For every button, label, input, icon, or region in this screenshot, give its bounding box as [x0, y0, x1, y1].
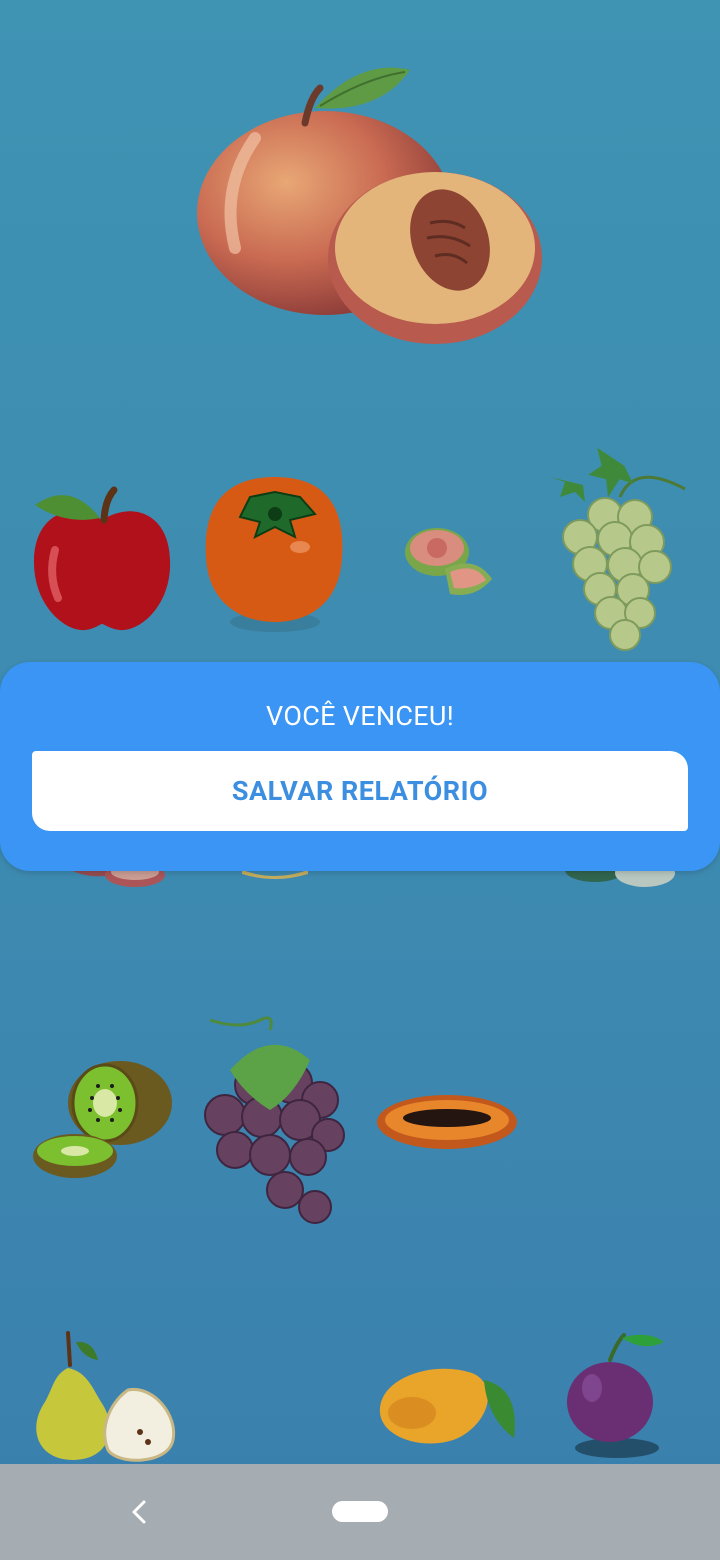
plum-image[interactable]: [562, 1330, 672, 1460]
apple-image[interactable]: [30, 480, 175, 635]
kiwi-image[interactable]: [30, 1058, 175, 1183]
dialog-title: VOCÊ VENCEU!: [266, 700, 454, 732]
persimmon-image[interactable]: [200, 472, 350, 637]
home-pill-icon[interactable]: [332, 1501, 388, 1522]
green-grapes-image[interactable]: [545, 437, 690, 667]
purple-grapes-image[interactable]: [200, 1015, 350, 1230]
save-report-button[interactable]: SALVAR RELATÓRIO: [32, 751, 688, 831]
back-icon[interactable]: [126, 1496, 154, 1528]
win-dialog: VOCÊ VENCEU! SALVAR RELATÓRIO: [0, 662, 720, 871]
mango-image[interactable]: [372, 1358, 522, 1448]
pear-image[interactable]: [28, 1330, 178, 1465]
papaya-image[interactable]: [375, 1092, 520, 1152]
peach-image[interactable]: [195, 58, 545, 350]
guava-image[interactable]: [400, 524, 500, 604]
